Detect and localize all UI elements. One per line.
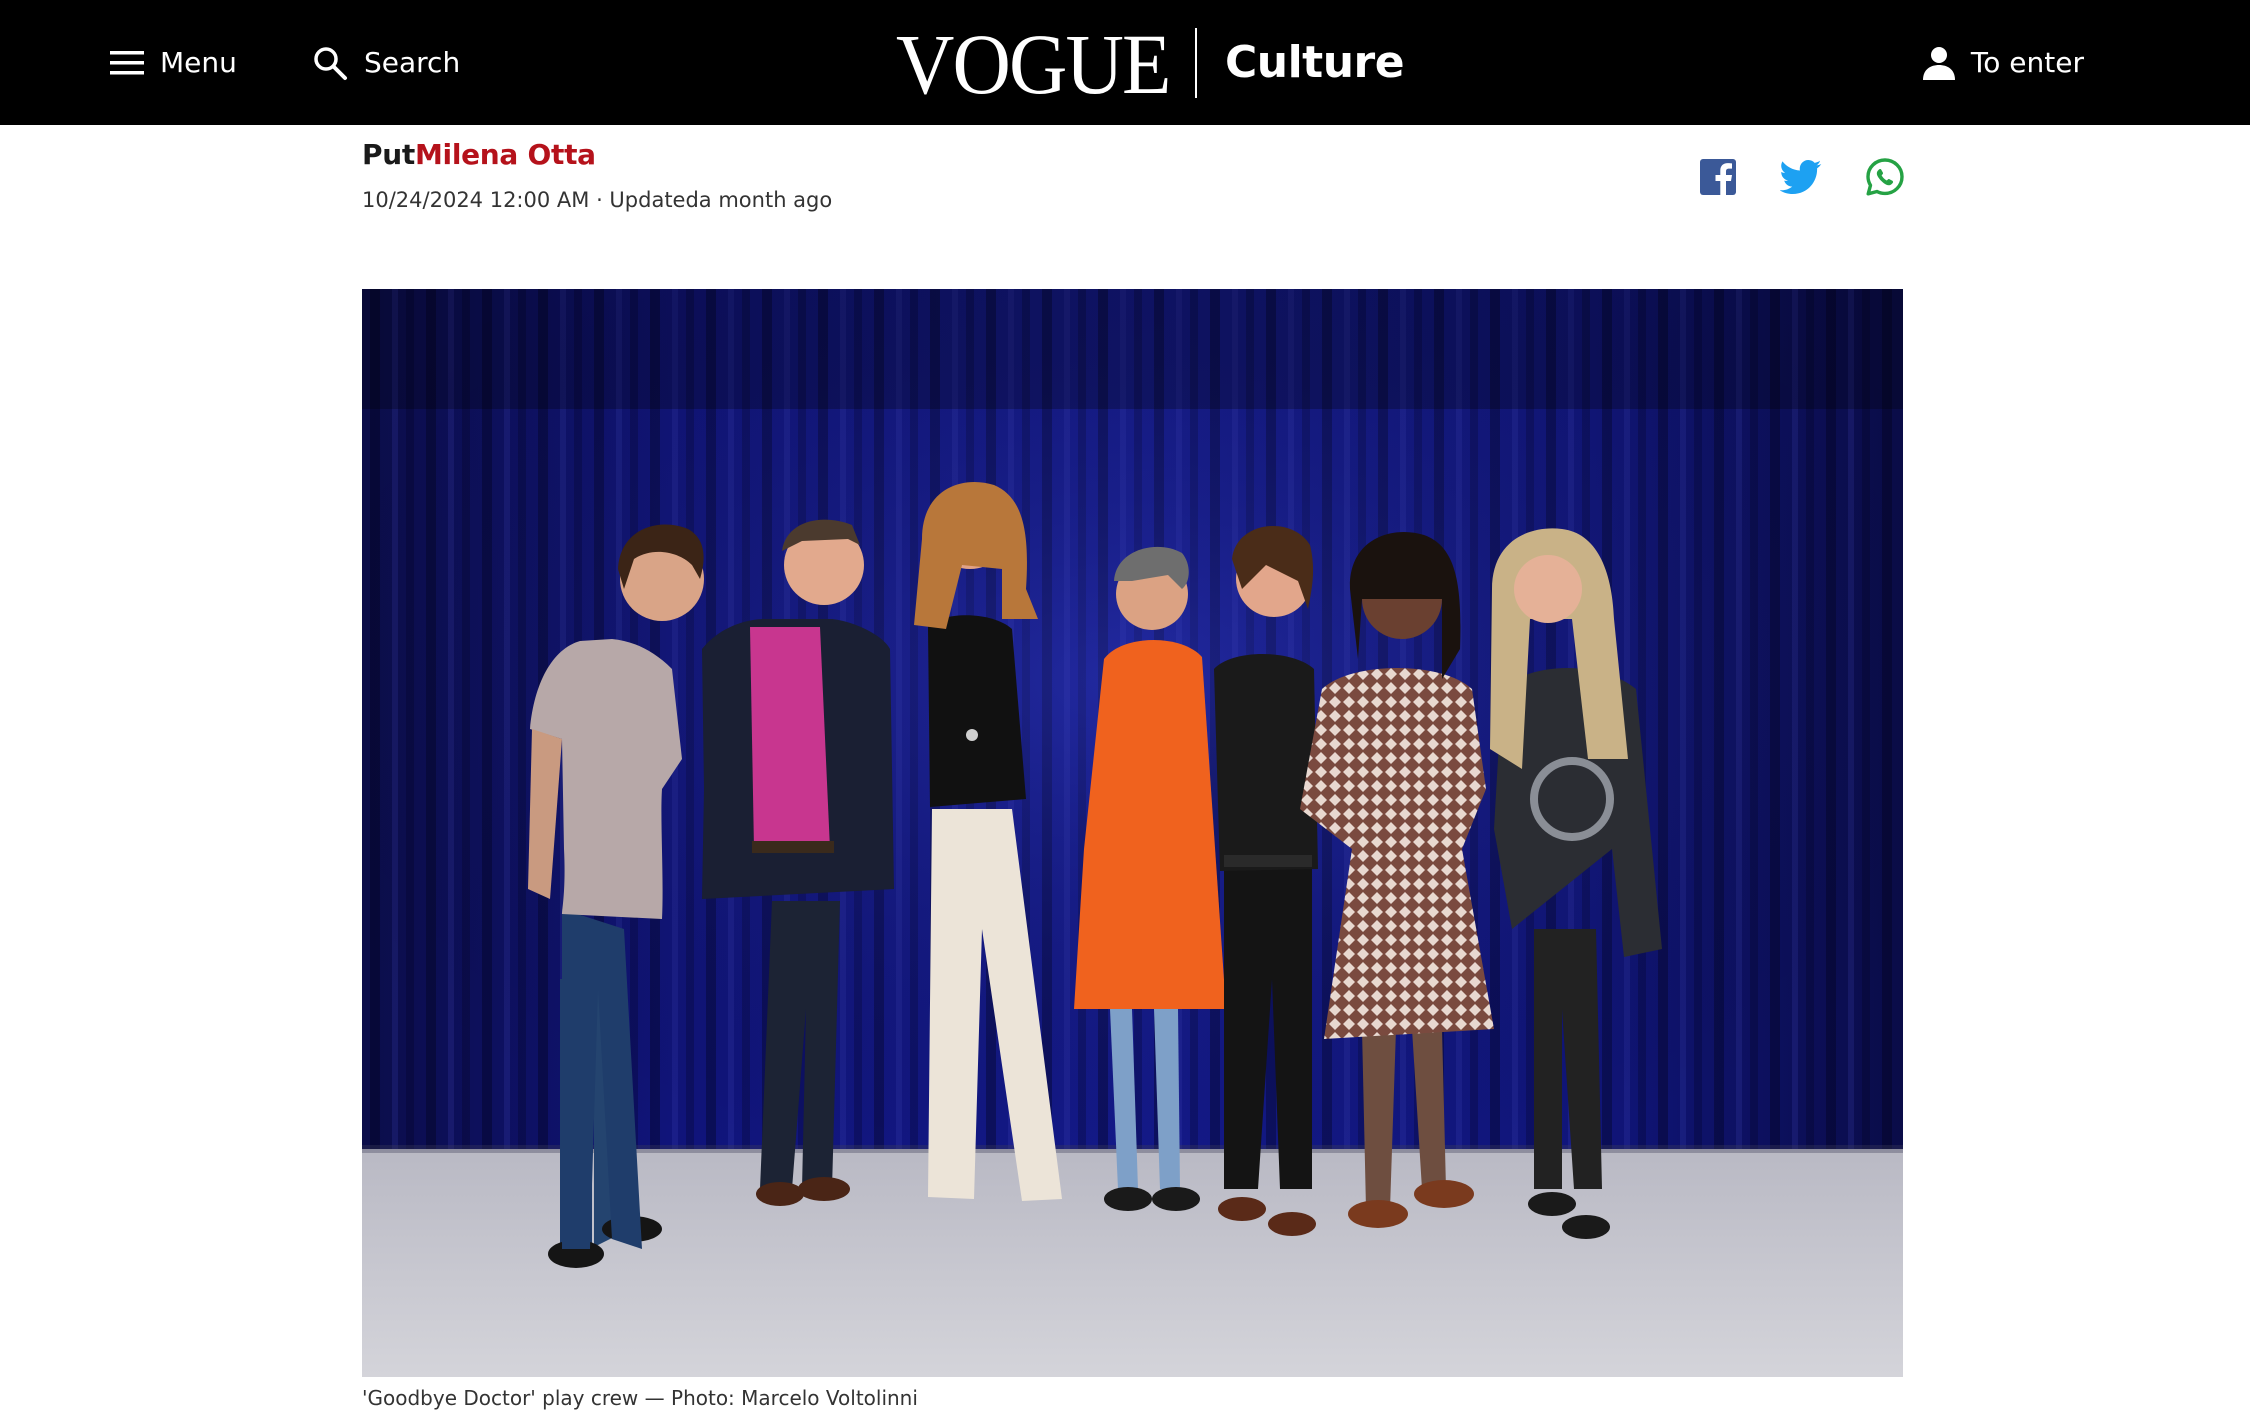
login-button[interactable]: To enter	[1922, 0, 2084, 125]
brand-home-link[interactable]: VOGUE Culture	[896, 0, 1405, 125]
byline: PutMilena Otta	[362, 138, 596, 171]
whatsapp-icon	[1866, 158, 1904, 196]
brand-divider	[1194, 27, 1197, 98]
menu-label: Menu	[160, 46, 237, 79]
share-whatsapp-button[interactable]	[1864, 156, 1906, 198]
site-header: Menu Search VOGUE Culture To enter	[0, 0, 2250, 125]
user-icon	[1922, 46, 1955, 80]
hamburger-menu-icon	[110, 50, 144, 76]
share-facebook-button[interactable]	[1697, 156, 1739, 198]
author-link[interactable]: Milena Otta	[415, 138, 596, 171]
vogue-logo: VOGUE	[896, 15, 1171, 112]
menu-button[interactable]: Menu	[110, 0, 237, 125]
publish-date: 10/24/2024 12:00 AM · Updateda month ago	[362, 188, 833, 212]
login-label: To enter	[1970, 46, 2084, 79]
twitter-icon	[1779, 160, 1822, 194]
search-button[interactable]: Search	[312, 0, 460, 125]
group-photo	[362, 289, 1903, 1377]
article-hero-image	[362, 289, 1903, 1377]
byline-prefix: Put	[362, 138, 415, 171]
image-caption: 'Goodbye Doctor' play crew — Photo: Marc…	[362, 1386, 918, 1410]
share-twitter-button[interactable]	[1779, 156, 1822, 198]
facebook-icon	[1700, 159, 1736, 195]
section-title[interactable]: Culture	[1225, 37, 1405, 88]
search-label: Search	[364, 46, 461, 79]
search-icon	[312, 45, 348, 81]
